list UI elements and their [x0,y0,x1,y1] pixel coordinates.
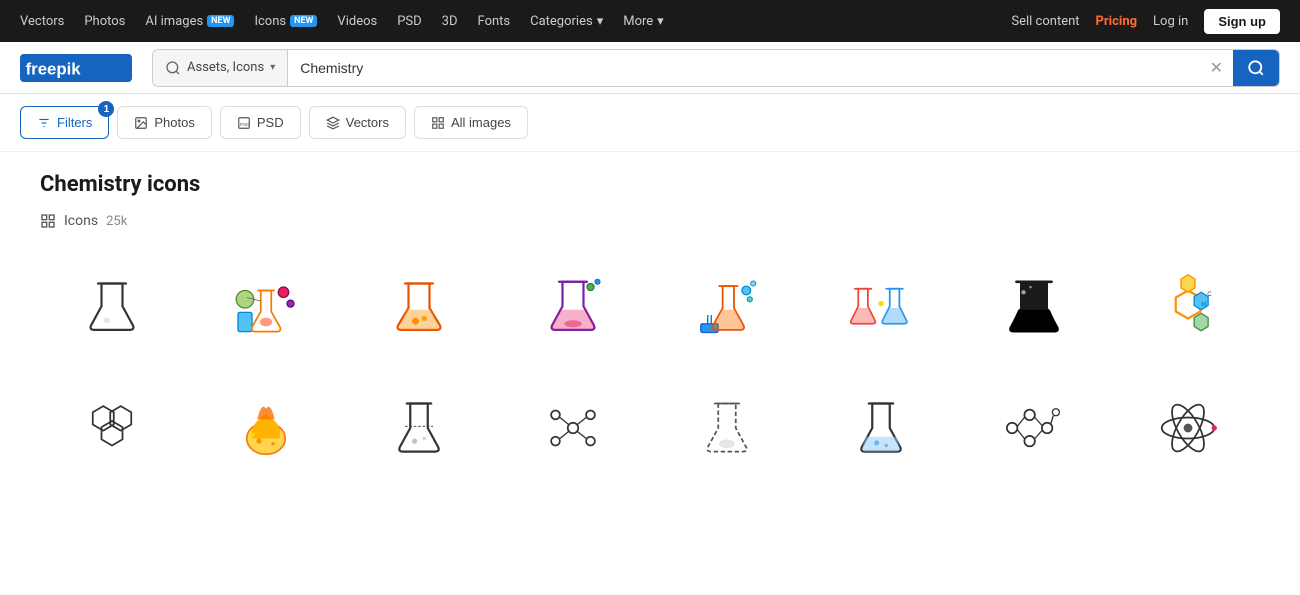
vectors-icon [326,116,340,130]
categories-chevron-icon: ▾ [597,14,604,29]
signup-button[interactable]: Sign up [1204,9,1280,34]
nav-item-3d[interactable]: 3D [442,14,458,29]
icon-grid-row1: H C [40,253,1260,363]
logo[interactable]: freepik [20,54,132,82]
icon-card[interactable] [963,373,1107,483]
nav-item-photos[interactable]: Photos [84,14,125,29]
assets-search-icon [165,60,181,76]
icon-card[interactable] [963,253,1107,363]
icon-card[interactable] [501,253,645,363]
more-chevron-icon: ▾ [657,14,664,29]
icons-result-icon [40,213,56,229]
search-submit-button[interactable] [1233,50,1279,86]
all-images-icon [431,116,445,130]
filter-bar: Filters 1 Photos PSD PSD Vectors All ima… [0,94,1300,152]
search-type-selector[interactable]: Assets, Icons ▾ [153,50,288,86]
search-submit-icon [1247,59,1265,77]
svg-text:freepik: freepik [26,59,82,78]
nav-item-icons[interactable]: Icons NEW [254,14,317,29]
icon-card[interactable] [194,253,338,363]
vectors-filter-label: Vectors [346,115,389,130]
icon-grid-row2 [40,373,1260,483]
svg-text:C: C [1207,291,1212,298]
svg-text:PSD: PSD [240,121,250,126]
psd-filter-button[interactable]: PSD PSD [220,106,301,139]
vectors-filter-button[interactable]: Vectors [309,106,406,139]
nav-item-ai-images[interactable]: AI images NEW [145,14,234,29]
psd-icon: PSD [237,116,251,130]
main-content: Chemistry icons Icons 25k [0,152,1300,503]
login-link[interactable]: Log in [1153,14,1188,29]
nav-item-categories[interactable]: Categories ▾ [530,14,603,29]
pricing-link[interactable]: Pricing [1096,14,1138,29]
all-images-filter-label: All images [451,115,511,130]
freepik-logo-icon: freepik [20,54,132,82]
svg-text:H: H [1201,301,1206,308]
nav-label-icons: Icons [254,14,286,29]
icon-card[interactable] [40,373,184,483]
icon-card[interactable] [1116,373,1260,483]
icon-card[interactable] [348,373,492,483]
all-images-filter-button[interactable]: All images [414,106,528,139]
photos-filter-label: Photos [154,115,194,130]
nav-item-videos[interactable]: Videos [337,14,377,29]
icon-card[interactable] [809,373,953,483]
icon-card[interactable] [40,253,184,363]
icon-card[interactable] [501,373,645,483]
search-bar: freepik Assets, Icons ▾ ✕ [0,42,1300,94]
nav-item-more[interactable]: More ▾ [623,14,663,29]
result-type: Icons [64,213,98,229]
psd-filter-label: PSD [257,115,284,130]
filters-button[interactable]: Filters 1 [20,106,109,139]
nav-item-psd[interactable]: PSD [397,14,421,29]
icon-card[interactable]: H C [1116,253,1260,363]
search-input[interactable] [288,60,1199,76]
search-clear-button[interactable]: ✕ [1200,58,1233,77]
filter-badge: 1 [98,101,114,117]
nav-item-fonts[interactable]: Fonts [478,14,511,29]
page-title: Chemistry icons [40,172,1260,197]
search-type-chevron-icon: ▾ [270,62,275,73]
filters-label: Filters [57,115,92,130]
result-count: 25k [106,214,127,229]
filter-icon [37,116,51,130]
nav-label-ai: AI images [145,14,203,29]
icon-card[interactable] [348,253,492,363]
icon-card[interactable] [655,253,799,363]
icons-badge: NEW [290,15,317,27]
result-info: Icons 25k [40,213,1260,229]
icon-card[interactable] [655,373,799,483]
icon-card[interactable] [809,253,953,363]
top-nav: Vectors Photos AI images NEW Icons NEW V… [0,0,1300,42]
ai-badge: NEW [207,15,234,27]
nav-item-vectors[interactable]: Vectors [20,14,64,29]
search-type-label: Assets, Icons [187,60,264,75]
photos-filter-button[interactable]: Photos [117,106,211,139]
photos-icon [134,116,148,130]
sell-content-link[interactable]: Sell content [1011,14,1079,29]
icon-card[interactable] [194,373,338,483]
search-container: Assets, Icons ▾ ✕ [152,49,1280,87]
